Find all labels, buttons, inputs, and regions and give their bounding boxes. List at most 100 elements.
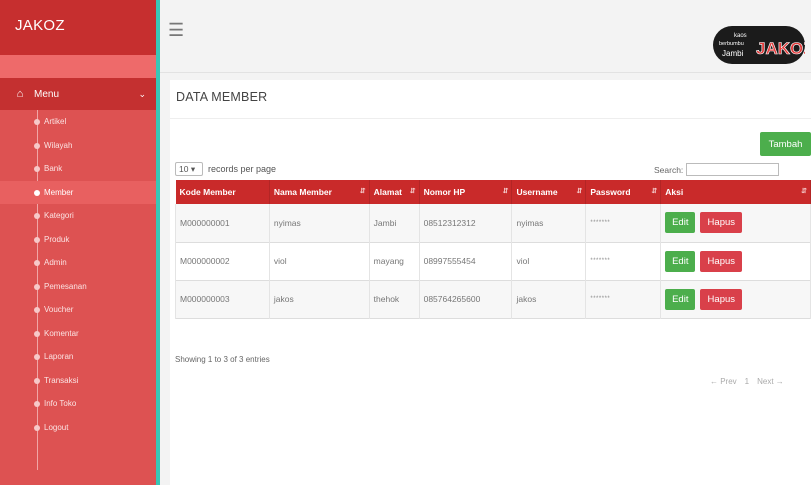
sidebar-item-logout[interactable]: Logout <box>0 416 156 440</box>
svg-text:JAKOZ: JAKOZ <box>756 39 805 58</box>
add-member-button[interactable]: Tambah <box>760 132 811 156</box>
sidebar-item-label: Member <box>44 187 74 197</box>
edit-button[interactable]: Edit <box>665 288 696 310</box>
sidebar-item-laporan[interactable]: Laporan <box>0 345 156 369</box>
sidebar-item-artikel[interactable]: Artikel <box>0 110 156 134</box>
chevron-down-icon: ⌄ <box>138 88 146 99</box>
sidebar-item-label: Artikel <box>44 117 67 127</box>
sidebar-item-kategori[interactable]: Kategori <box>0 204 156 228</box>
column-header-alamat[interactable]: ⇵ Alamat <box>369 180 420 204</box>
cell-alamat: Jambi <box>368 204 420 242</box>
delete-button[interactable]: Hapus <box>700 250 743 272</box>
cell-hp: 08512312312 <box>418 204 513 242</box>
member-table: Kode Member ⇵ Nama Member ⇵ Alamat ⇵ Nomor HP ⇵… <box>175 180 811 319</box>
sidebar-item-bank[interactable]: Bank <box>0 157 156 181</box>
cell-kode: M000000001 <box>175 204 270 242</box>
sidebar-item-label: Admin <box>44 258 67 268</box>
bullet-icon <box>34 236 40 243</box>
sidebar-item-pemesanan[interactable]: Pemesanan <box>0 275 156 299</box>
sidebar-item-member[interactable]: Member <box>0 180 156 204</box>
records-per-page: 10 ▾ records per page <box>175 162 276 176</box>
pagination: ← Prev 1 Next → <box>710 377 784 386</box>
bullet-icon <box>34 424 40 431</box>
cell-hp: 08997555454 <box>418 242 513 280</box>
pagination-page-1[interactable]: 1 <box>745 377 749 386</box>
svg-text:berbumbu: berbumbu <box>719 41 744 47</box>
bullet-icon <box>34 283 40 290</box>
sidebar-item-komentar[interactable]: Komentar <box>0 322 156 346</box>
table-header-row: Kode Member ⇵ Nama Member ⇵ Alamat ⇵ Nomor HP ⇵… <box>175 180 811 204</box>
delete-button[interactable]: Hapus <box>700 212 743 234</box>
edit-button[interactable]: Edit <box>665 250 696 272</box>
sidebar-item-label: Bank <box>44 164 63 174</box>
column-header-nomor-hp[interactable]: ⇵ Nomor HP <box>419 180 513 204</box>
table-row: M000000001 nyimas Jambi 08512312312 nyimas **… <box>175 204 811 242</box>
table-row: M000000002 viol mayang 08997555454 viol *****… <box>175 242 811 280</box>
column-header-aksi[interactable]: ⇵ Aksi <box>660 180 811 204</box>
sidebar-item-wilayah[interactable]: Wilayah <box>0 134 156 158</box>
brand-strip <box>0 55 156 78</box>
sidebar-item-admin[interactable]: Admin <box>0 251 156 275</box>
brand-title[interactable]: JAKOZ <box>0 0 156 55</box>
sidebar-menu-list: Artikel Wilayah Bank Member Kategori Produk Ad… <box>0 110 156 439</box>
column-header-kode-member[interactable]: Kode Member <box>175 180 270 204</box>
column-header-nama-member[interactable]: ⇵ Nama Member <box>269 180 370 204</box>
pagination-prev[interactable]: ← Prev <box>710 377 737 386</box>
sidebar-item-voucher[interactable]: Voucher <box>0 298 156 322</box>
brand-logo: kaos berbumbu Jambi JAKOZ <box>713 26 805 64</box>
cell-nama: nyimas <box>268 204 370 242</box>
sidebar-item-label: Transaksi <box>44 375 79 385</box>
cell-password: ******* <box>585 242 662 280</box>
cell-actions: Edit Hapus <box>660 204 811 242</box>
column-header-label: Alamat <box>373 187 402 197</box>
home-icon: ⌂ <box>16 88 24 100</box>
bullet-icon <box>34 260 40 266</box>
cell-username: jakos <box>511 280 587 318</box>
bullet-icon <box>34 330 40 337</box>
column-header-label: Nomor HP <box>423 187 466 197</box>
sort-icon: ⇵ <box>502 188 509 195</box>
cell-nama: viol <box>268 242 370 280</box>
sidebar-item-produk[interactable]: Produk <box>0 228 156 252</box>
column-header-password[interactable]: ⇵ Password <box>585 180 662 204</box>
bullet-icon <box>34 119 40 125</box>
sidebar-item-transaksi[interactable]: Transaksi <box>0 369 156 393</box>
table-body: M000000001 nyimas Jambi 08512312312 nyimas **… <box>175 204 811 318</box>
bullet-icon <box>34 213 40 219</box>
bullet-icon <box>34 142 40 149</box>
sidebar-item-label: Kategori <box>44 211 74 221</box>
bullet-icon <box>34 166 40 172</box>
bullet-icon <box>34 377 40 384</box>
svg-text:Jambi: Jambi <box>722 49 744 58</box>
sort-icon: ⇵ <box>409 188 416 195</box>
cell-username: viol <box>511 242 587 280</box>
cell-kode: M000000002 <box>175 242 270 280</box>
edit-button[interactable]: Edit <box>665 212 696 234</box>
column-header-username[interactable]: ⇵ Username <box>511 180 587 204</box>
cell-kode: M000000003 <box>175 280 270 318</box>
sort-icon: ⇵ <box>576 188 583 195</box>
pagination-next[interactable]: Next → <box>757 377 784 386</box>
hamburger-icon[interactable]: ☰ <box>168 20 184 41</box>
sort-icon: ⇵ <box>651 188 658 195</box>
table-info: Showing 1 to 3 of 3 entries <box>175 355 270 364</box>
delete-button[interactable]: Hapus <box>700 288 743 310</box>
svg-text:kaos: kaos <box>734 33 747 39</box>
bullet-icon <box>34 307 40 313</box>
cell-username: nyimas <box>511 204 587 242</box>
sidebar-item-label: Logout <box>44 422 69 432</box>
search-label: Search: <box>654 164 684 175</box>
bullet-icon <box>34 189 40 196</box>
column-header-label: Password <box>590 187 631 197</box>
records-per-page-select[interactable]: 10 ▾ <box>175 162 203 176</box>
search-input[interactable] <box>686 163 780 176</box>
sidebar-item-info-toko[interactable]: Info Toko <box>0 392 156 416</box>
column-header-label: Aksi <box>665 187 684 197</box>
sidebar-menu-label: Menu <box>34 88 60 100</box>
sidebar-item-label: Wilayah <box>44 140 73 150</box>
bullet-icon <box>34 354 40 360</box>
search-box: Search: <box>654 163 780 176</box>
bullet-icon <box>34 401 40 407</box>
sidebar-menu-header[interactable]: ⌂ Menu ⌄ <box>0 78 156 110</box>
main-content: DATA MEMBER Tambah 10 ▾ records per page… <box>170 80 811 485</box>
